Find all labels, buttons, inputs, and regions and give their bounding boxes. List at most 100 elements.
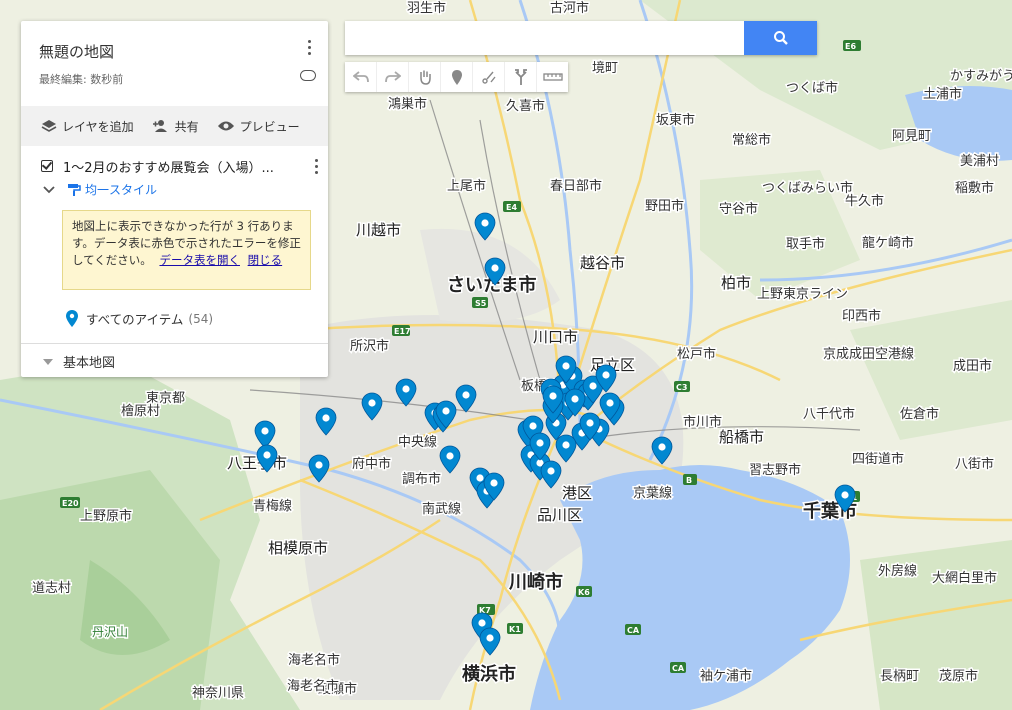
redo-icon — [384, 71, 401, 83]
label-ami: 阿見町 — [892, 129, 931, 144]
label-chuo-line: 中央線 — [398, 434, 437, 450]
share-label: 共有 — [174, 119, 199, 134]
label-kawasaki: 川崎市 — [508, 571, 563, 593]
undo-button[interactable] — [345, 62, 377, 92]
label-ebina: 海老名市 — [288, 652, 340, 668]
map-panel: 無題の地図 最終編集: 数秒前 レイヤを追加 共有 プレビュー 1～2月のおすす… — [21, 21, 328, 377]
label-kashiwa: 柏市 — [721, 274, 751, 292]
directions-icon — [514, 69, 527, 85]
label-funabashi: 船橋市 — [719, 428, 764, 446]
measure-button[interactable] — [537, 62, 568, 92]
label-tsukuba: つくば市 — [786, 80, 838, 96]
label-kanagawa-pref: 神奈川県 — [192, 686, 244, 701]
label-minato: 港区 — [562, 484, 592, 502]
divider — [21, 343, 328, 344]
label-yokohama: 横浜市 — [462, 663, 516, 685]
preview-button[interactable]: プレビュー — [217, 118, 300, 135]
label-nagara: 長柄町 — [880, 669, 919, 684]
svg-text:K6: K6 — [578, 588, 590, 597]
uniform-style-link[interactable]: 均一スタイル — [85, 181, 157, 198]
svg-text:B: B — [686, 476, 692, 485]
svg-text:C3: C3 — [676, 383, 687, 392]
share-button[interactable]: 共有 — [152, 118, 199, 135]
svg-text:K1: K1 — [509, 625, 521, 634]
label-inzai: 印西市 — [842, 308, 881, 324]
label-noda: 野田市 — [645, 198, 684, 214]
chevron-down-icon[interactable] — [43, 185, 55, 194]
layer-row: 1～2月のおすすめ展覧会（入場）... — [41, 157, 318, 176]
label-oami: 大網白里市 — [932, 570, 997, 586]
label-kuki: 久喜市 — [506, 98, 545, 114]
label-fuchu: 府中市 — [352, 456, 391, 472]
label-kawaguchi: 川口市 — [533, 328, 578, 346]
svg-text:E4: E4 — [506, 203, 517, 212]
label-nambu-line: 南武線 — [422, 501, 461, 517]
label-uenohara: 上野原市 — [80, 508, 132, 524]
add-person-icon — [152, 120, 167, 132]
all-items-row[interactable]: すべてのアイテム (54) — [66, 309, 213, 328]
label-kawagoe: 川越市 — [356, 221, 401, 239]
label-chofu: 調布市 — [402, 471, 441, 487]
search-button[interactable] — [744, 21, 817, 55]
layer-visibility-checkbox[interactable] — [41, 160, 53, 172]
layer-name[interactable]: 1～2月のおすすめ展覧会（入場）... — [63, 157, 289, 176]
label-ome-line: 青梅線 — [253, 498, 292, 514]
label-miho: 美浦村 — [960, 154, 999, 169]
svg-text:E20: E20 — [62, 499, 79, 508]
preview-label: プレビュー — [239, 119, 300, 134]
all-items-label: すべてのアイテム — [86, 312, 184, 327]
svg-text:E17: E17 — [394, 327, 411, 336]
pan-tool-button[interactable] — [409, 62, 441, 92]
label-tsuchiura: 土浦市 — [923, 86, 962, 102]
label-sakai: 境町 — [592, 61, 618, 76]
map-title[interactable]: 無題の地図 — [39, 41, 114, 62]
undo-icon — [352, 71, 369, 83]
label-keiyo-line: 京葉線 — [633, 485, 672, 501]
add-layer-label: レイヤを追加 — [62, 119, 134, 134]
base-map-label: 基本地図 — [63, 356, 116, 371]
base-map-row[interactable]: 基本地図 — [43, 352, 115, 371]
svg-text:CA: CA — [627, 626, 640, 635]
map-tools — [345, 62, 568, 92]
layers-icon — [41, 120, 57, 132]
add-marker-button[interactable] — [441, 62, 473, 92]
layer-options-button[interactable] — [306, 156, 326, 176]
expand-triangle-icon[interactable] — [43, 358, 53, 365]
label-tanzawa: 丹沢山 — [92, 625, 128, 639]
label-narita: 成田市 — [953, 358, 992, 374]
label-sodegaura: 袖ケ浦市 — [700, 668, 752, 684]
label-koshigaya: 越谷市 — [580, 254, 625, 272]
redo-button[interactable] — [377, 62, 409, 92]
panel-toolbar: レイヤを追加 共有 プレビュー — [21, 106, 328, 146]
paint-roller-icon — [68, 183, 81, 196]
open-data-table-link[interactable]: データ表を開く — [159, 253, 240, 267]
eye-icon — [217, 121, 234, 131]
svg-text:S5: S5 — [475, 299, 487, 308]
directions-button[interactable] — [505, 62, 537, 92]
last-edited: 最終編集: 数秒前 — [39, 73, 124, 86]
label-ichikawa: 市川市 — [683, 414, 722, 430]
draw-line-button[interactable] — [473, 62, 505, 92]
label-kounosu: 鴻巣市 — [388, 96, 427, 112]
label-koga: 古河市 — [550, 0, 589, 16]
label-kasukabe: 春日部市 — [550, 178, 602, 194]
label-yachiyo: 八千代市 — [803, 406, 855, 422]
label-keisei-line: 京成成田空港線 — [823, 346, 914, 362]
label-mobara: 茂原市 — [939, 668, 978, 684]
marker-icon — [451, 69, 462, 85]
label-sakura: 佐倉市 — [900, 406, 939, 422]
label-narashino: 習志野市 — [749, 462, 801, 478]
search-input[interactable] — [345, 21, 745, 55]
label-tsukubamirai: つくばみらい市 — [762, 180, 853, 196]
close-warning-link[interactable]: 閉じる — [248, 253, 283, 267]
all-items-count: (54) — [188, 311, 214, 326]
label-ryugasaki: 龍ケ崎市 — [862, 235, 914, 251]
search-icon — [773, 31, 788, 45]
map-pin-icon — [66, 310, 78, 327]
cloud-saved-icon — [300, 70, 316, 81]
label-hanyu: 羽生市 — [407, 0, 446, 16]
label-joso: 常総市 — [732, 132, 771, 148]
label-shinagawa: 品川区 — [537, 506, 582, 524]
map-options-button[interactable] — [299, 37, 319, 57]
add-layer-button[interactable]: レイヤを追加 — [41, 118, 134, 135]
